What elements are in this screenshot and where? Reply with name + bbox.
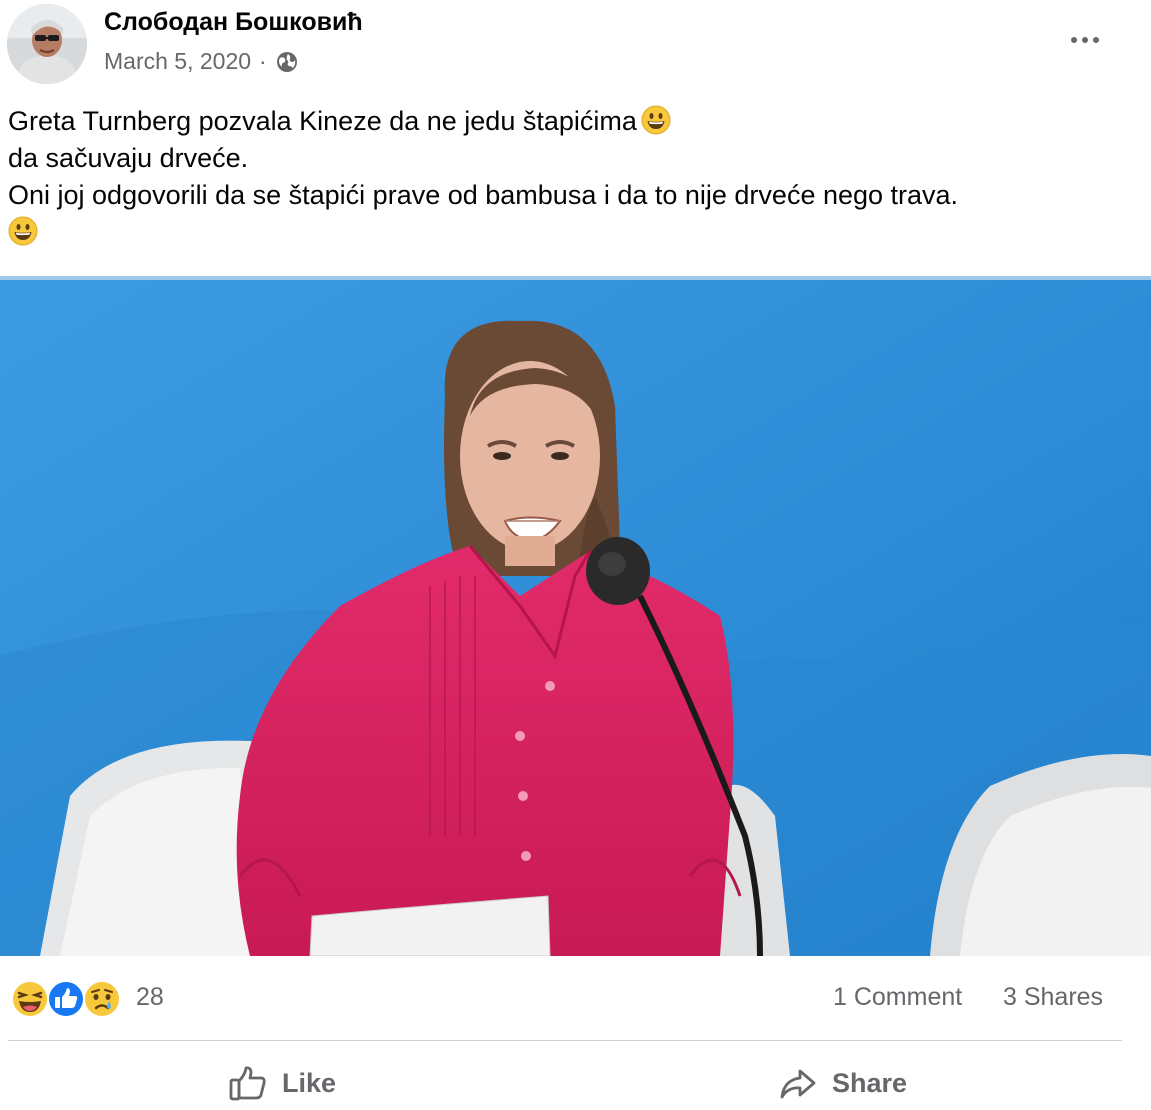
share-label: Share <box>832 1067 908 1098</box>
laughing-face-icon <box>11 980 49 1018</box>
post-text-line-1: Greta Turnberg pozvala Kineze da ne jedu… <box>8 103 1138 140</box>
speaker-photo <box>0 276 1151 956</box>
like-label: Like <box>282 1067 337 1098</box>
comments-count-link[interactable]: 1 Comment <box>833 983 962 1012</box>
post-text: Greta Turnberg pozvala Kineze da ne jedu… <box>8 103 1138 251</box>
shares-count-link[interactable]: 3 Shares <box>1003 983 1103 1012</box>
share-button[interactable]: Share <box>778 1058 907 1108</box>
meta-separator: · <box>259 48 267 74</box>
share-arrow-icon <box>780 1069 816 1099</box>
avatar[interactable] <box>7 4 87 84</box>
grinning-face-emoji <box>641 105 671 135</box>
reaction-count[interactable]: 28 <box>136 983 164 1012</box>
author-name[interactable]: Слободан Бошковић <box>104 8 363 37</box>
post-date[interactable]: March 5, 2020 <box>104 48 251 75</box>
more-options-button[interactable] <box>1060 20 1110 60</box>
grinning-face-emoji <box>8 216 38 246</box>
thumbs-up-icon <box>47 980 85 1018</box>
reactions-bar: 28 1 Comment 3 Shares <box>0 975 1151 1025</box>
sad-face-icon <box>83 980 121 1018</box>
post-photo[interactable] <box>0 276 1151 956</box>
like-button[interactable]: Like <box>228 1058 336 1108</box>
thumbs-up-icon <box>229 1066 266 1101</box>
post-meta: March 5, 2020 · <box>104 48 299 75</box>
post-text-line-3: Oni joj odgovorili da se štapići prave o… <box>8 180 959 210</box>
globe-icon <box>275 50 299 74</box>
post-text-line-4 <box>8 214 1138 251</box>
actions-divider <box>8 1040 1122 1041</box>
reaction-icons[interactable] <box>10 979 122 1019</box>
post-text-line-2: da sačuvaju drveće. <box>8 143 249 173</box>
post-header: Слободан Бошковић March 5, 2020 · <box>0 0 1151 95</box>
avatar-photo <box>7 4 87 84</box>
more-horizontal-icon <box>1071 37 1077 43</box>
